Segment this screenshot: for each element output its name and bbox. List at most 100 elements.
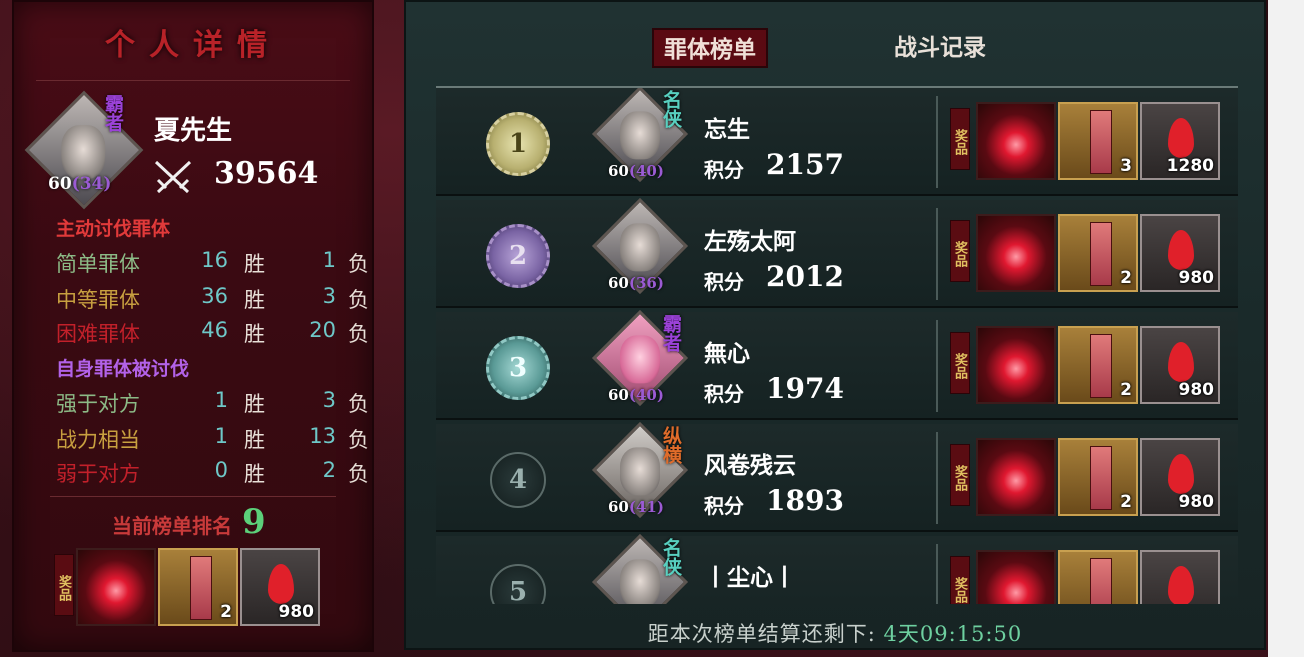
reward-slot-drop[interactable] <box>1140 550 1220 604</box>
stat-win: 46 <box>201 318 228 342</box>
level-alt: (36) <box>628 274 664 292</box>
reward-slot-drop[interactable]: 980 <box>1140 214 1220 292</box>
player-title-tag: 霸者 <box>660 314 682 352</box>
reward-qty: 2 <box>1120 380 1132 400</box>
level-alt: (40) <box>628 386 664 404</box>
player-name: 夏先生 <box>154 116 233 146</box>
leaderboard-row[interactable]: 1 名侠 60(40) 忘生 积分 2157 奖品 3 1280 <box>436 88 1238 196</box>
reward-slot-scroll[interactable]: 2 <box>1058 438 1138 516</box>
stat-lose: 13 <box>309 424 336 448</box>
divider <box>50 496 336 497</box>
score-value: 2012 <box>766 260 844 293</box>
blood-drop-icon <box>1168 342 1194 382</box>
reward-qty: 980 <box>278 602 315 622</box>
lose-label: 负 <box>348 392 369 416</box>
level-value: 60 <box>608 274 629 292</box>
player-level: 60(41) <box>608 498 664 516</box>
player-level: 60(34) <box>48 174 111 194</box>
scroll-icon <box>1090 558 1112 604</box>
stat-lose: 20 <box>309 318 336 342</box>
tab-battle-record[interactable]: 战斗记录 <box>884 28 996 68</box>
reward-qty: 2 <box>1120 268 1132 288</box>
scroll-icon <box>1090 110 1112 174</box>
tab-leaderboard[interactable]: 罪体榜单 <box>652 28 768 68</box>
stat-label: 简单罪体 <box>56 252 140 276</box>
reward-slot-flame[interactable] <box>976 326 1056 404</box>
divider <box>936 320 938 412</box>
rank-medal: 3 <box>486 336 550 400</box>
reward-slot-scroll[interactable]: 3 <box>1058 102 1138 180</box>
stat-label: 弱于对方 <box>56 462 140 486</box>
reward-slot-scroll[interactable]: 2 <box>1058 214 1138 292</box>
reward-tag: 奖品 <box>950 332 970 394</box>
reward-slot-flame[interactable] <box>976 550 1056 604</box>
leaderboard-row[interactable]: 3 霸者 60(40) 無心 积分 1974 奖品 2 980 <box>436 309 1238 420</box>
stat-row-easy: 简单罪体 16 胜 1 负 <box>56 248 376 278</box>
stat-win: 36 <box>201 284 228 308</box>
section-passive-hunt: 自身罪体被讨伐 <box>56 358 190 380</box>
stat-win: 16 <box>201 248 228 272</box>
player-name: 左殇太阿 <box>704 228 796 255</box>
rank-medal: 4 <box>490 452 546 508</box>
rank-medal: 1 <box>486 112 550 176</box>
reward-slot-scroll[interactable]: 2 <box>158 548 238 626</box>
reward-tag: 奖品 <box>950 108 970 170</box>
rank-medal: 2 <box>486 224 550 288</box>
scroll-icon <box>190 556 212 620</box>
personal-details-panel: 个人详情 霸者 60(34) 夏先生 39564 主动讨伐罪体 简单罪体 16 … <box>12 0 374 652</box>
divider <box>36 80 350 81</box>
score-value: 1974 <box>766 372 844 405</box>
divider <box>936 208 938 300</box>
win-label: 胜 <box>244 288 265 312</box>
player-name: 风卷残云 <box>704 452 796 479</box>
blood-drop-icon <box>1168 566 1194 604</box>
leaderboard-list[interactable]: 1 名侠 60(40) 忘生 积分 2157 奖品 3 1280 2 60(36… <box>436 86 1238 604</box>
current-rank: 当前榜单排名 9 <box>112 502 266 542</box>
stat-label: 困难罪体 <box>56 322 140 346</box>
reward-tag: 奖品 <box>54 554 74 616</box>
leaderboard-panel: 罪体榜单 战斗记录 1 名侠 60(40) 忘生 积分 2157 奖品 3 12… <box>404 0 1266 650</box>
stat-win: 1 <box>214 424 228 448</box>
lose-label: 负 <box>348 288 369 312</box>
stat-row-hard: 困难罪体 46 胜 20 负 <box>56 318 376 348</box>
leaderboard-row[interactable]: 4 纵横 60(41) 风卷残云 积分 1893 奖品 2 980 <box>436 421 1238 532</box>
reward-slot-flame[interactable] <box>976 214 1056 292</box>
reward-qty: 1280 <box>1166 156 1214 176</box>
stat-lose: 3 <box>322 388 336 412</box>
leaderboard-row[interactable]: 5 名侠 丨尘心丨 奖品 <box>436 533 1238 604</box>
win-label: 胜 <box>244 462 265 486</box>
reward-slot-flame[interactable] <box>976 102 1056 180</box>
reward-slot-flame[interactable] <box>976 438 1056 516</box>
stat-win: 0 <box>214 458 228 482</box>
stat-label: 强于对方 <box>56 392 140 416</box>
lose-label: 负 <box>348 252 369 276</box>
stat-row-weaker: 弱于对方 0 胜 2 负 <box>56 458 376 488</box>
reward-slot-drop[interactable]: 980 <box>240 548 320 626</box>
divider <box>936 432 938 524</box>
level-value: 60 <box>48 174 72 194</box>
crossed-swords-icon <box>154 160 192 194</box>
reward-slot-drop[interactable]: 980 <box>1140 438 1220 516</box>
scroll-icon <box>1090 222 1112 286</box>
settlement-countdown: 距本次榜单结算还剩下: 4天09:15:50 <box>406 618 1264 648</box>
win-label: 胜 <box>244 392 265 416</box>
reward-slot-scroll[interactable] <box>1058 550 1138 604</box>
player-level: 60(40) <box>608 162 664 180</box>
section-active-hunt: 主动讨伐罪体 <box>56 218 171 240</box>
reward-slot-flame[interactable] <box>76 548 156 626</box>
reward-slot-drop[interactable]: 980 <box>1140 326 1220 404</box>
reward-qty: 980 <box>1178 492 1215 512</box>
reward-slot-scroll[interactable]: 2 <box>1058 326 1138 404</box>
avatar-portrait <box>61 125 106 180</box>
level-alt: (41) <box>628 498 664 516</box>
score-label: 积分 <box>704 158 744 182</box>
level-value: 60 <box>608 386 629 404</box>
blood-drop-icon <box>268 564 294 604</box>
player-name: 忘生 <box>704 116 750 143</box>
reward-tag: 奖品 <box>950 220 970 282</box>
window-edge <box>1268 0 1304 657</box>
reward-slot-drop[interactable]: 1280 <box>1140 102 1220 180</box>
reward-qty: 980 <box>1178 380 1215 400</box>
leaderboard-row[interactable]: 2 60(36) 左殇太阿 积分 2012 奖品 2 980 <box>436 197 1238 308</box>
rank-value: 9 <box>242 502 266 542</box>
